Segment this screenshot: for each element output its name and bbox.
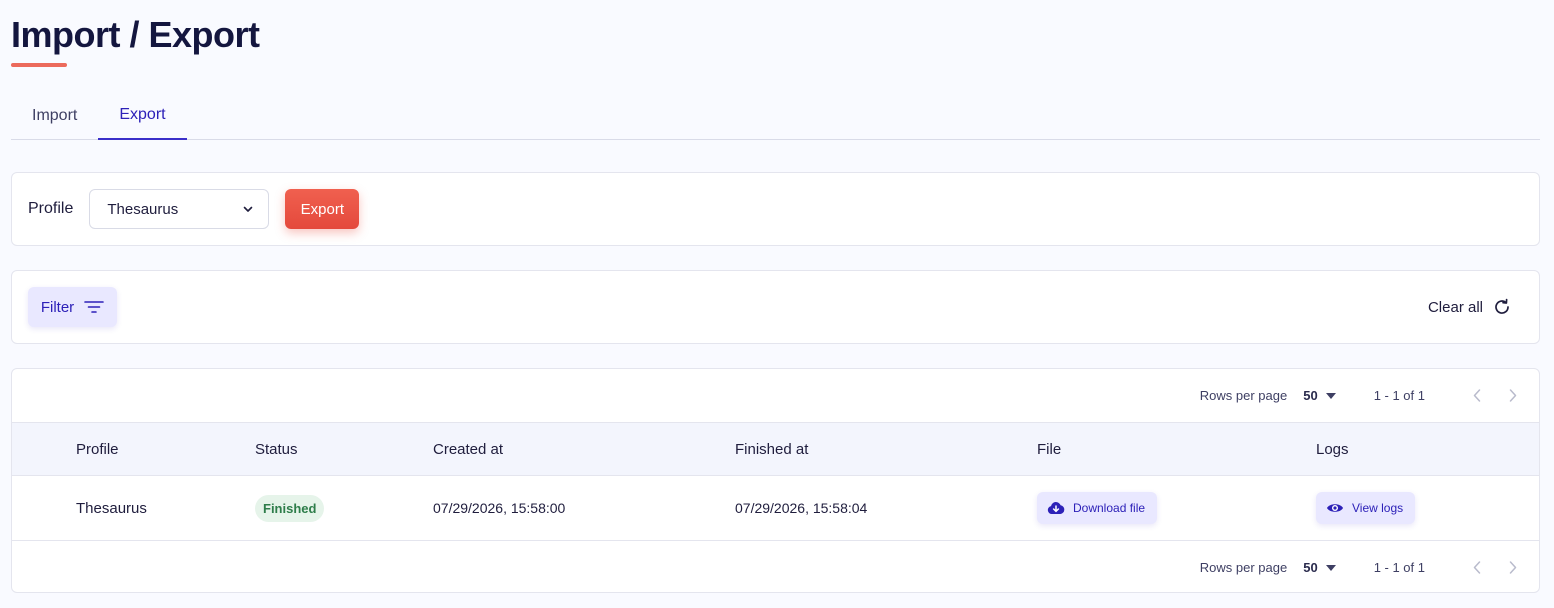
next-page-button[interactable] — [1499, 554, 1527, 582]
filter-button[interactable]: Filter — [28, 287, 117, 327]
next-page-button[interactable] — [1499, 382, 1527, 410]
pagination-bottom: Rows per page 50 1 - 1 of 1 — [12, 541, 1539, 592]
export-button[interactable]: Export — [285, 189, 360, 229]
cell-created-at: 07/29/2026, 15:58:00 — [433, 500, 566, 516]
prev-page-button[interactable] — [1463, 554, 1491, 582]
page-title: Import / Export — [11, 14, 260, 55]
profile-label: Profile — [28, 200, 74, 217]
tab-export[interactable]: Export — [98, 96, 187, 140]
cell-file: Download file — [1037, 476, 1316, 541]
caret-down-icon — [1325, 564, 1336, 571]
filter-lines-icon — [84, 301, 104, 313]
view-logs-label: View logs — [1352, 501, 1404, 515]
chevron-left-icon — [1473, 389, 1481, 402]
caret-down-icon — [1325, 392, 1336, 399]
table-header-row: Profile Status Created at Finished at Fi… — [12, 422, 1539, 476]
clear-all-button[interactable]: Clear all — [1428, 298, 1511, 316]
chevron-right-icon — [1509, 561, 1517, 574]
column-header-status[interactable]: Status — [255, 423, 433, 476]
column-header-finished-at[interactable]: Finished at — [735, 423, 1037, 476]
cell-status: Finished — [255, 476, 433, 541]
title-underline — [11, 63, 67, 67]
import-export-page: Import / Export Import Export Profile Th… — [0, 0, 1554, 608]
eye-icon — [1327, 504, 1343, 512]
exports-table-card: Rows per page 50 1 - 1 of 1 Profile Stat… — [11, 368, 1540, 593]
cell-profile: Thesaurus — [76, 499, 147, 517]
download-file-button[interactable]: Download file — [1037, 492, 1158, 524]
column-header-file: File — [1037, 440, 1062, 458]
clear-all-label: Clear all — [1427, 298, 1483, 316]
status-badge: Finished — [255, 494, 325, 522]
filter-button-label: Filter — [40, 298, 75, 316]
prev-page-button[interactable] — [1463, 382, 1491, 410]
rows-per-page-value: 50 — [1303, 560, 1318, 575]
pagination-top: Rows per page 50 1 - 1 of 1 — [12, 369, 1539, 422]
rows-per-page-select[interactable]: 50 — [1303, 388, 1336, 403]
chevron-left-icon — [1473, 561, 1481, 574]
rows-per-page-label: Rows per page — [1199, 388, 1288, 403]
cloud-download-icon — [1047, 502, 1065, 514]
cell-finished-at: 07/29/2026, 15:58:04 — [735, 500, 868, 516]
tab-import[interactable]: Import — [11, 96, 98, 140]
profile-select-value: Thesaurus — [107, 200, 179, 218]
cell-logs: View logs — [1316, 476, 1539, 541]
view-logs-button[interactable]: View logs — [1316, 492, 1416, 524]
column-header-created-at[interactable]: Created at — [433, 423, 735, 476]
refresh-icon — [1495, 298, 1509, 314]
pagination-range: 1 - 1 of 1 — [1373, 560, 1425, 575]
rows-per-page-select[interactable]: 50 — [1303, 560, 1336, 575]
export-profile-card: Profile Thesaurus Export — [11, 172, 1540, 246]
tab-bar: Import Export — [11, 96, 1540, 140]
exports-table: Profile Status Created at Finished at Fi… — [12, 422, 1539, 541]
rows-per-page-label: Rows per page — [1199, 560, 1288, 575]
rows-per-page-value: 50 — [1303, 388, 1318, 403]
pagination-range: 1 - 1 of 1 — [1373, 388, 1425, 403]
filter-card: Filter Clear all — [11, 270, 1540, 344]
chevron-right-icon — [1509, 389, 1517, 402]
chevron-down-icon — [244, 206, 253, 212]
profile-select[interactable]: Thesaurus — [89, 189, 270, 229]
table-row: Thesaurus Finished 07/29/2026, 15:58:00 … — [12, 476, 1539, 541]
column-header-logs: Logs — [1316, 440, 1349, 458]
download-file-label: Download file — [1073, 501, 1146, 515]
column-header-profile[interactable]: Profile — [12, 423, 255, 476]
